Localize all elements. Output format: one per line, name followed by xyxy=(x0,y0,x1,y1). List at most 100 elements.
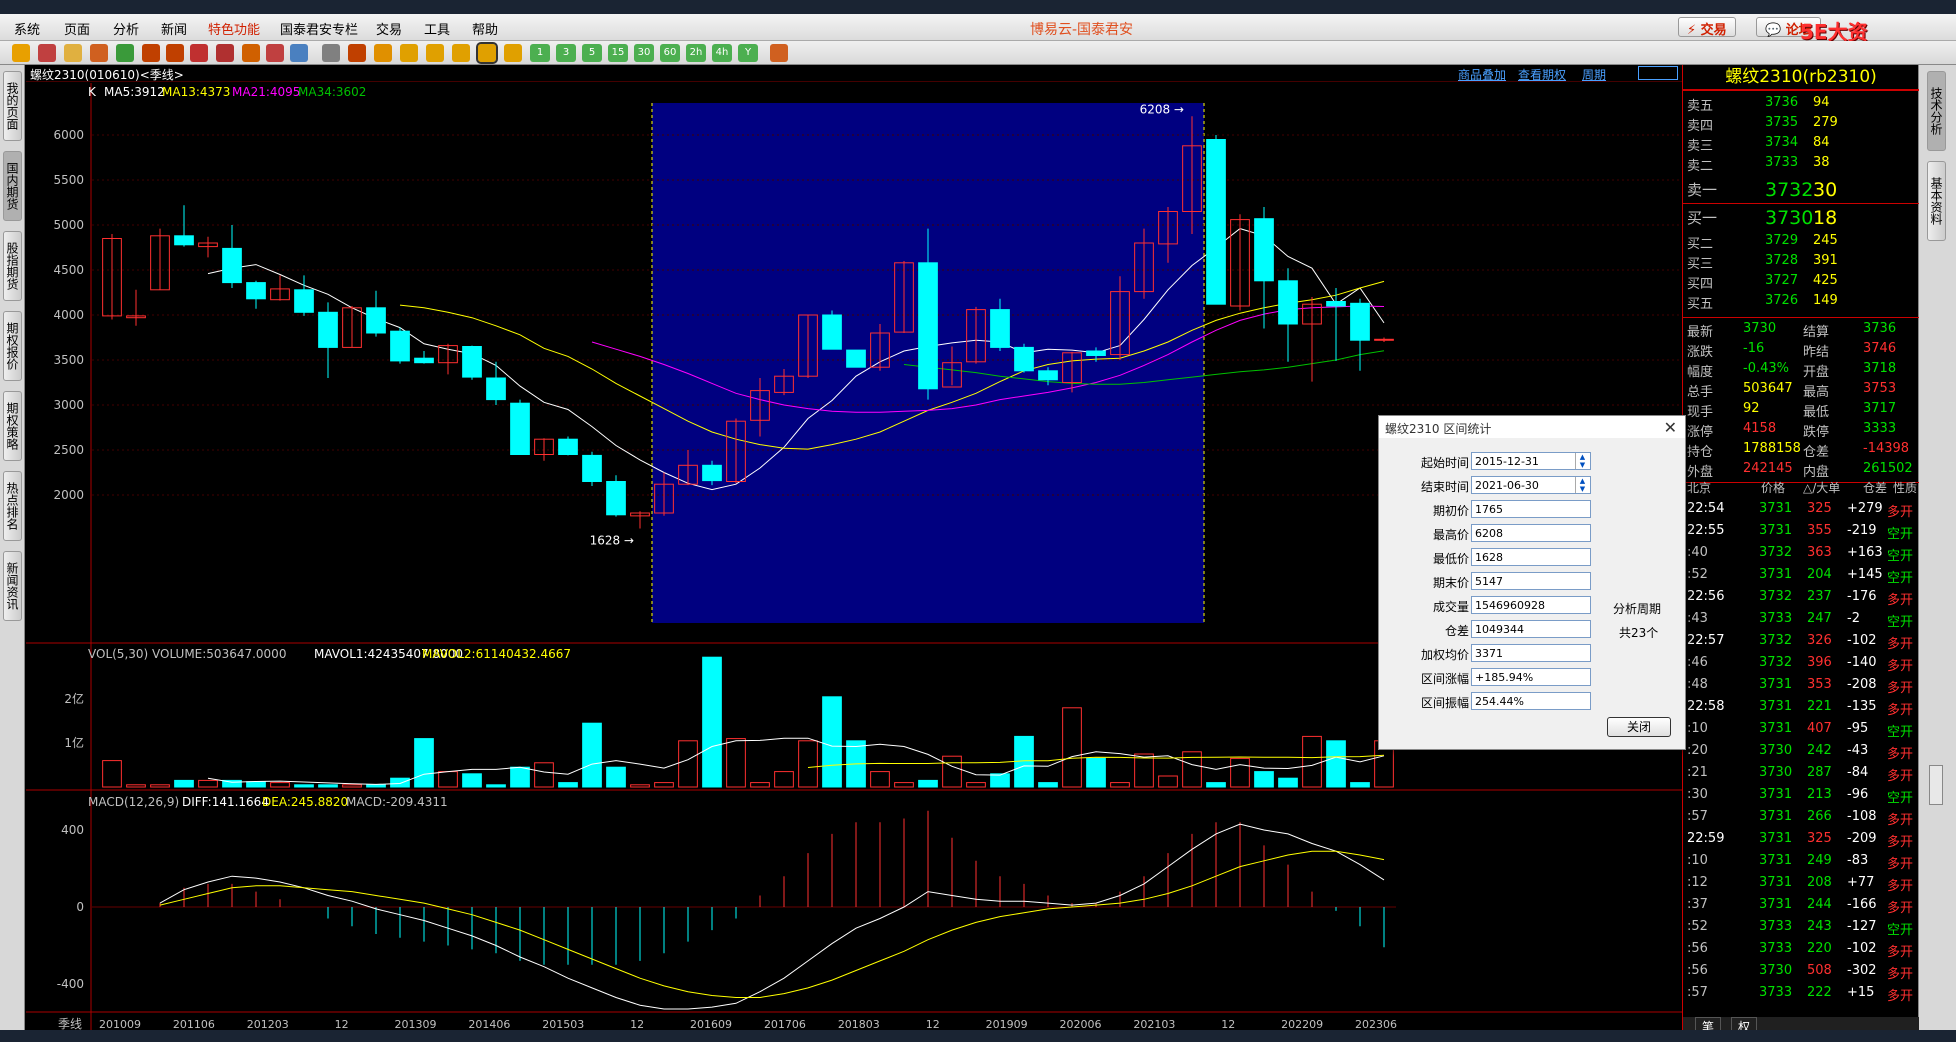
left-tab-index-futures[interactable]: 股指期货 xyxy=(3,231,22,301)
back-icon[interactable] xyxy=(12,44,30,62)
field-label: 仓差 xyxy=(1444,624,1469,638)
period-season-icon[interactable] xyxy=(476,42,498,64)
volume-bar xyxy=(486,784,506,788)
menu-page[interactable]: 页面 xyxy=(64,19,90,38)
period-y-button[interactable]: Y xyxy=(738,44,758,62)
tick-volume: 222 xyxy=(1807,985,1832,1000)
ma34-value: MA34:3602 xyxy=(298,85,367,99)
date-spinner[interactable]: ▲ ▼ xyxy=(1575,477,1589,493)
brush-icon[interactable] xyxy=(242,44,260,62)
draw-icon[interactable] xyxy=(216,44,234,62)
left-tab-domestic-futures[interactable]: 国内期货 xyxy=(3,151,22,221)
price-tick-label: 4500 xyxy=(53,263,84,277)
ask-price: 3735 xyxy=(1765,115,1799,130)
menu-help[interactable]: 帮助 xyxy=(472,19,498,38)
period-3-button[interactable]: 3 xyxy=(556,44,576,62)
bid-volume: 149 xyxy=(1813,293,1838,308)
left-tab-news[interactable]: 新闻资讯 xyxy=(3,551,22,621)
ask-row: 卖三 3734 84 xyxy=(1683,135,1919,155)
period-link[interactable]: 周期 xyxy=(1582,66,1606,83)
macd-tick-label: 0 xyxy=(76,900,84,914)
menu-system[interactable]: 系统 xyxy=(14,19,40,38)
period-4h-button[interactable]: 4h xyxy=(712,44,732,62)
tick-type: 多开 xyxy=(1887,505,1914,520)
chart-icon[interactable] xyxy=(348,44,366,62)
ask-row: 卖五 3736 94 xyxy=(1683,95,1919,115)
tick-delta: -140 xyxy=(1847,655,1877,670)
period-5-button[interactable]: 5 xyxy=(582,44,602,62)
tick-type: 多开 xyxy=(1887,813,1914,828)
period-60-button[interactable]: 60 xyxy=(660,44,680,62)
ask-price: 3732 xyxy=(1765,179,1814,201)
period-week-icon[interactable] xyxy=(426,44,444,62)
candle-body xyxy=(846,349,866,368)
field-value[interactable]: 2021-06-30 xyxy=(1471,476,1591,494)
right-tab-technical[interactable]: 技术分析 xyxy=(1927,71,1946,151)
zoom-out-icon[interactable] xyxy=(166,44,184,62)
home-icon[interactable] xyxy=(38,44,56,62)
menu-special[interactable]: 特色功能 xyxy=(208,19,260,38)
tick-price: 3731 xyxy=(1759,501,1793,516)
indicator-icon[interactable] xyxy=(290,44,308,62)
trade-icon: ⚡ xyxy=(1687,23,1697,38)
filter-icon[interactable] xyxy=(266,44,284,62)
menu-news[interactable]: 新闻 xyxy=(161,19,187,38)
bookmark-icon[interactable] xyxy=(90,44,108,62)
field-label: 最低价 xyxy=(1432,552,1469,566)
right-tab-fundamentals[interactable]: 基本资料 xyxy=(1927,161,1946,241)
left-tab-my-page[interactable]: 我的页面 xyxy=(3,71,22,141)
period-year-icon[interactable] xyxy=(504,44,522,62)
window-controls[interactable] xyxy=(1638,66,1678,80)
folder-icon[interactable] xyxy=(64,44,82,62)
tick-volume: 353 xyxy=(1807,677,1832,692)
zoom-in-icon[interactable] xyxy=(142,44,160,62)
ask-label: 卖五 xyxy=(1687,99,1714,114)
tick-volume: 508 xyxy=(1807,963,1832,978)
window-icon[interactable] xyxy=(190,44,208,62)
view-options-link[interactable]: 查看期权 xyxy=(1518,66,1566,83)
volume-bar xyxy=(990,773,1010,788)
stat-value: 3746 xyxy=(1863,341,1897,356)
left-tab-option-quotes[interactable]: 期权报价 xyxy=(3,311,22,381)
tick-delta: -127 xyxy=(1847,919,1877,934)
period-min-icon[interactable] xyxy=(374,44,392,62)
menu-analysis[interactable]: 分析 xyxy=(113,19,139,38)
field-label: 区间涨幅 xyxy=(1420,672,1469,686)
tick-row: :57 3731 266 -108 多开 xyxy=(1683,809,1919,829)
volume-bar xyxy=(366,784,386,788)
refresh-icon[interactable] xyxy=(116,44,134,62)
period-day-icon[interactable] xyxy=(400,44,418,62)
period-1-button[interactable]: 1 xyxy=(530,44,550,62)
stat-row: 涨跌 -16 昨结 3746 xyxy=(1683,341,1919,361)
volume-bar xyxy=(726,738,746,788)
right-scroll-handle[interactable] xyxy=(1929,765,1943,805)
dialog-close-button[interactable]: 关闭 xyxy=(1607,717,1671,737)
period-15-button[interactable]: 15 xyxy=(608,44,628,62)
stat-label: 涨跌 xyxy=(1687,345,1714,360)
candle-body xyxy=(1350,302,1370,341)
price-tick-label: 3500 xyxy=(53,353,84,367)
tick-price: 3730 xyxy=(1759,765,1793,780)
date-spinner[interactable]: ▲ ▼ xyxy=(1575,453,1589,469)
left-tab-option-strategy[interactable]: 期权策略 xyxy=(3,391,22,461)
trade-button[interactable]: ⚡ 交易 xyxy=(1678,17,1736,38)
period-30-button[interactable]: 30 xyxy=(634,44,654,62)
dialog-close-icon[interactable]: ✕ xyxy=(1664,418,1677,437)
volume-bar xyxy=(462,773,482,788)
volume-bar xyxy=(342,784,362,788)
field-value[interactable]: 2015-12-31 xyxy=(1471,452,1591,470)
menu-trade[interactable]: 交易 xyxy=(376,19,402,38)
table-icon[interactable] xyxy=(322,44,340,62)
left-tab-hot-rank[interactable]: 热点排名 xyxy=(3,471,22,541)
tick-price: 3731 xyxy=(1759,523,1793,538)
tick-row: :57 3733 222 +15 多开 xyxy=(1683,985,1919,1005)
calendar-icon[interactable] xyxy=(770,44,788,62)
menu-gtja-column[interactable]: 国泰君安专栏 xyxy=(280,19,358,38)
volume-bar xyxy=(774,771,794,788)
period-month-icon[interactable] xyxy=(452,44,470,62)
tick-delta: -102 xyxy=(1847,633,1877,648)
menu-tools[interactable]: 工具 xyxy=(424,19,450,38)
k-label: K xyxy=(88,85,96,99)
period-2h-button[interactable]: 2h xyxy=(686,44,706,62)
overlay-link[interactable]: 商品叠加 xyxy=(1458,66,1506,83)
